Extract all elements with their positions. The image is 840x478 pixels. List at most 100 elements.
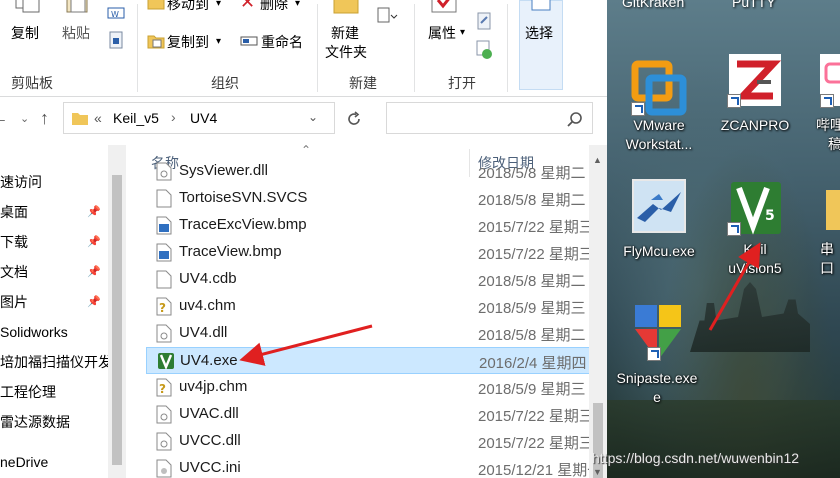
file-name: UVAC.dll <box>179 405 239 422</box>
scroll-up-icon[interactable]: ▲ <box>593 151 602 169</box>
paste-icon[interactable] <box>63 0 91 21</box>
bmp-file-icon <box>156 216 172 235</box>
address-overflow[interactable]: « <box>94 109 102 127</box>
desktop-icon-vmware[interactable]: VMware Workstat... <box>614 60 704 154</box>
copy-to-dropdown-icon[interactable]: ▾ <box>216 33 221 51</box>
search-icon[interactable] <box>567 111 583 132</box>
cut-icon[interactable]: W <box>106 6 126 20</box>
chm-file-icon: ? <box>156 297 172 316</box>
rename-button[interactable]: 重命名 <box>261 33 303 51</box>
file-name: UV4.cdb <box>179 270 237 287</box>
open-icon[interactable] <box>475 12 493 35</box>
copy-icon[interactable] <box>14 0 42 19</box>
table-row[interactable]: SysViewer.dll 2018/5/8 星期二 <box>146 158 598 185</box>
shortcut-arrow-icon <box>820 94 834 108</box>
copy-to-button[interactable]: 复制到 <box>167 33 209 51</box>
address-bar[interactable]: « Keil_v5 › UV4 ⌄ <box>63 102 335 134</box>
chm-file-icon: ? <box>156 378 172 397</box>
desktop-icon-bilibili[interactable]: 哔哩 稿 <box>806 52 840 154</box>
file-modified-date: 2018/5/9 星期三 <box>478 300 586 317</box>
file-list-scrollbar[interactable]: ▲ ▼ <box>589 145 607 478</box>
back-arrow-icon[interactable]: – <box>0 110 5 128</box>
file-name: UVCC.ini <box>179 459 241 476</box>
file-file-icon <box>156 189 172 208</box>
table-row[interactable]: UV4.dll 2018/5/8 星期二 <box>146 320 598 347</box>
ribbon: 复制 粘贴 W 剪贴板 移动到 ▾ 复制到 ▾ ✕ 删除 ▾ 重命名 组织 新建… <box>0 0 607 97</box>
delete-dropdown-icon[interactable]: ▾ <box>295 0 300 13</box>
refresh-icon[interactable] <box>345 110 363 133</box>
table-row-selected[interactable]: UV4.exe 2016/2/4 星期四 <box>146 347 598 374</box>
desktop-icon-label: Workstat... <box>625 136 693 152</box>
file-name: TraceExcView.bmp <box>179 216 307 233</box>
delete-button[interactable]: 删除 <box>260 0 288 13</box>
desktop-icon-snipaste[interactable]: Snipaste.exe e <box>612 303 702 407</box>
folder-icon <box>806 180 840 236</box>
table-row[interactable]: ? uv4jp.chm 2018/5/9 星期三 <box>146 374 598 401</box>
file-name: TraceView.bmp <box>179 243 282 260</box>
bmp-file-icon <box>156 243 172 262</box>
file-name: TortoiseSVN.SVCS <box>179 189 308 206</box>
table-row[interactable]: UV4.cdb 2018/5/8 星期二 <box>146 266 598 293</box>
shortcut-arrow-icon <box>727 222 741 236</box>
new-folder-button-line2[interactable]: 文件夹 <box>325 43 367 61</box>
file-modified-date: 2018/5/8 星期二 <box>478 192 586 209</box>
wallpaper-ground <box>607 400 840 478</box>
file-file-icon <box>156 270 172 289</box>
zcanpro-icon <box>727 52 783 108</box>
copy-button[interactable]: 复制 <box>11 24 39 42</box>
nav-item-solidworks[interactable]: Solidworks <box>0 323 108 341</box>
paste-shortcut-icon[interactable] <box>106 30 126 50</box>
nav-item-engineering-ethics[interactable]: 工程伦理 <box>0 383 108 401</box>
select-button[interactable]: 选择 <box>525 24 553 42</box>
desktop-partial-label-putty[interactable]: PuTTY <box>732 0 776 10</box>
file-name: UVCC.dll <box>179 432 241 449</box>
desktop-icon-keil-uvision5[interactable]: 5 Keil uVision5 <box>710 180 800 278</box>
nav-item-scanner-dev[interactable]: 培加福扫描仪开发 <box>0 353 108 371</box>
properties-button[interactable]: 属性 <box>428 24 456 42</box>
properties-icon[interactable] <box>430 0 458 19</box>
recent-dropdown-icon[interactable]: ⌄ <box>20 110 29 128</box>
table-row[interactable]: UVAC.dll 2015/7/22 星期三 <box>146 401 598 428</box>
desktop-icon-flymcu[interactable]: FlyMcu.exe <box>614 178 704 261</box>
dll-file-icon <box>156 405 172 424</box>
history-icon[interactable] <box>475 40 493 65</box>
desktop-partial-label-gitkraken[interactable]: GitKraken <box>622 0 684 10</box>
desktop-icon-label: ZCANPRO <box>720 117 790 133</box>
desktop-icon-zcanpro[interactable]: ZCANPRO <box>710 52 800 135</box>
table-row[interactable]: UVCC.ini 2015/12/21 星期一 <box>146 455 602 478</box>
navigation-scrollbar-thumb[interactable] <box>112 175 122 465</box>
select-icon[interactable] <box>530 0 552 17</box>
new-item-icon[interactable] <box>376 6 398 29</box>
search-input[interactable] <box>386 102 593 134</box>
table-row[interactable]: TortoiseSVN.SVCS 2018/5/8 星期二 <box>146 185 598 212</box>
file-modified-date: 2018/5/9 星期三 <box>478 381 586 398</box>
up-arrow-icon[interactable]: ↑ <box>40 109 49 127</box>
nav-item-quick-access[interactable]: 速访问 <box>0 173 108 191</box>
paste-button[interactable]: 粘贴 <box>62 24 90 42</box>
table-row[interactable]: TraceView.bmp 2015/7/22 星期三 <box>146 239 598 266</box>
ribbon-separator <box>137 4 138 92</box>
table-row[interactable]: TraceExcView.bmp 2015/7/22 星期三 <box>146 212 598 239</box>
table-row[interactable]: ? uv4.chm 2018/5/9 星期三 <box>146 293 598 320</box>
address-dropdown-icon[interactable]: ⌄ <box>308 108 318 126</box>
desktop-icon-label: VMware <box>633 117 685 133</box>
move-to-button[interactable]: 移动到 <box>167 0 209 13</box>
desktop-icon-folder[interactable]: 串口 <box>806 180 840 278</box>
nav-item-onedrive[interactable]: neDrive <box>0 453 108 471</box>
properties-dropdown-icon[interactable]: ▾ <box>460 24 465 42</box>
new-folder-icon[interactable] <box>333 0 359 19</box>
desktop-icon-label: Snipaste.exe <box>616 370 698 386</box>
delete-icon[interactable]: ✕ <box>240 0 255 11</box>
new-folder-button-line1[interactable]: 新建 <box>331 24 359 42</box>
breadcrumb-chevron-icon: › <box>171 109 176 125</box>
pin-icon: 📌 <box>87 266 101 278</box>
dll-file-icon <box>156 162 172 181</box>
nav-item-radar-data[interactable]: 雷达源数据 <box>0 413 108 431</box>
file-modified-date: 2015/7/22 星期三 <box>478 219 594 236</box>
table-row[interactable]: UVCC.dll 2015/7/22 星期三 <box>146 428 598 455</box>
breadcrumb-uv4[interactable]: UV4 <box>190 109 217 127</box>
navigation-scrollbar[interactable] <box>108 145 126 478</box>
file-modified-date: 2015/7/22 星期三 <box>478 408 594 425</box>
breadcrumb-keil[interactable]: Keil_v5 <box>113 109 159 127</box>
move-to-dropdown-icon[interactable]: ▾ <box>216 0 221 13</box>
